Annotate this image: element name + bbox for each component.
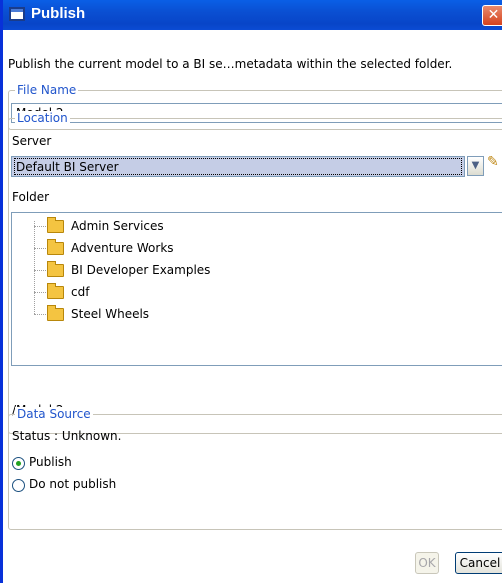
tree-connector — [34, 248, 46, 249]
folder-item-label: Adventure Works — [71, 241, 174, 255]
window-title: Publish — [31, 5, 86, 22]
ok-button[interactable]: OK — [415, 552, 439, 574]
status-text: Status : Unknown. — [12, 429, 122, 443]
file-name-legend: File Name — [15, 83, 79, 97]
window-icon — [9, 7, 25, 21]
tree-connector — [34, 314, 46, 315]
tree-connector — [34, 226, 46, 227]
do-not-publish-radio[interactable] — [12, 479, 25, 492]
publish-radio[interactable] — [12, 457, 25, 470]
server-label: Server — [12, 134, 52, 148]
publish-dialog: Publish ✕ Publish the current model to a… — [0, 0, 502, 583]
folder-item-label: BI Developer Examples — [71, 263, 211, 277]
tree-connector — [34, 221, 35, 314]
folder-item-label: Steel Wheels — [71, 307, 150, 321]
chevron-down-icon[interactable]: ▼ — [467, 156, 484, 176]
close-button[interactable]: ✕ — [482, 5, 502, 26]
folder-icon — [47, 305, 64, 321]
data-source-group: Data Source Status : Unknown. Publish Do… — [8, 407, 502, 530]
folder-tree[interactable]: Admin Services Adventure Works BI Develo… — [11, 212, 502, 366]
publish-radio-label[interactable]: Publish — [29, 455, 72, 469]
server-select-value: Default BI Server — [14, 158, 462, 175]
location-legend: Location — [15, 111, 70, 125]
title-bar[interactable]: Publish ✕ — [3, 0, 502, 30]
folder-icon — [47, 283, 64, 299]
dialog-content: Publish the current model to a BI se…met… — [3, 30, 502, 583]
tree-connector — [34, 270, 46, 271]
location-group: Location Server Default BI Server ▼ ✎ Fo… — [8, 111, 502, 434]
cancel-button[interactable]: Cancel — [455, 552, 502, 574]
description-text: Publish the current model to a BI se…met… — [8, 57, 453, 71]
data-source-legend: Data Source — [15, 407, 93, 421]
folder-icon — [47, 217, 64, 233]
folder-icon — [47, 239, 64, 255]
folder-item-label: cdf — [71, 285, 90, 299]
pencil-icon[interactable]: ✎ — [487, 154, 499, 170]
tree-connector — [34, 292, 46, 293]
server-select[interactable]: Default BI Server — [11, 156, 465, 177]
folder-item-label: Admin Services — [71, 219, 164, 233]
folder-icon — [47, 261, 64, 277]
folder-label: Folder — [12, 190, 50, 204]
do-not-publish-radio-label[interactable]: Do not publish — [29, 477, 116, 491]
